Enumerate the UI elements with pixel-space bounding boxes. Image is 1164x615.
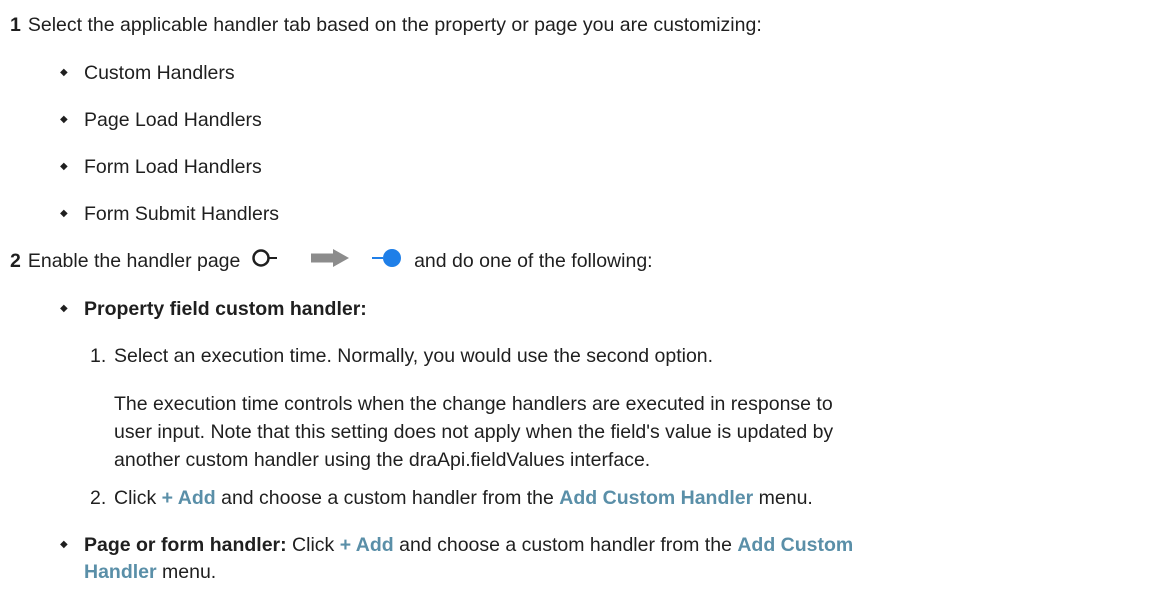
bullet-item: Custom Handlers <box>60 59 235 87</box>
step-number: 1 <box>10 14 21 36</box>
add-custom-handler-menu-reference: Add Custom Handler <box>559 487 754 509</box>
step-2: 2 Enable the handler page and do one of t… <box>10 247 653 277</box>
bullet-text: Form Load Handlers <box>84 156 262 178</box>
sub-item-2: 2. Click + Add and choose a custom handle… <box>90 484 813 512</box>
sub-item-text: Select an execution time. Normally, you … <box>114 345 714 367</box>
sub-item-number: 2. <box>90 487 107 509</box>
bullet-text: Custom Handlers <box>84 62 235 84</box>
click-text: Click <box>292 534 335 556</box>
menu-text: menu. <box>162 561 217 583</box>
add-custom-menu-reference: Add Custom <box>737 534 854 556</box>
step-text-after: and do one of the following: <box>414 250 653 273</box>
arrow-right-icon <box>309 247 353 277</box>
paragraph-line: another custom handler using the draApi.… <box>114 449 651 471</box>
add-button-reference: + Add <box>339 534 394 556</box>
paragraph-line: user input. Note that this setting does … <box>114 421 834 443</box>
click-text: Click <box>114 487 157 509</box>
step-text-before: Enable the handler page <box>27 250 241 273</box>
property-handler-title: Property field custom handler: <box>84 298 367 320</box>
bullet-item: Page Load Handlers <box>60 106 262 134</box>
document-page: 1 Select the applicable handler tab based… <box>0 0 1164 615</box>
step-1: 1 Select the applicable handler tab based… <box>10 11 762 39</box>
bullet-continuation: Handler menu. <box>84 558 216 586</box>
step-text: Select the applicable handler tab based … <box>27 14 762 36</box>
step-number: 2 <box>10 250 21 273</box>
sub-item-number: 1. <box>90 345 107 367</box>
sub-item-1: 1. Select an execution time. Normally, yo… <box>90 342 713 370</box>
bullet-property-handler: Property field custom handler: <box>60 295 367 323</box>
bullet-text: Form Submit Handlers <box>84 203 280 225</box>
execution-time-paragraph: The execution time controls when the cha… <box>114 390 1154 474</box>
paragraph-line: The execution time controls when the cha… <box>114 393 833 415</box>
menu-text: menu. <box>758 487 813 509</box>
add-button-reference: + Add <box>161 487 216 509</box>
bullet-page-form-handler: Page or form handler: Click + Add and ch… <box>60 531 854 559</box>
bullet-text: Page Load Handlers <box>84 109 262 131</box>
choose-text: and choose a custom handler from the <box>399 534 732 556</box>
toggle-on-icon <box>371 247 403 277</box>
page-form-handler-title: Page or form handler: <box>84 534 287 556</box>
toggle-off-icon <box>252 247 292 277</box>
choose-text: and choose a custom handler from the <box>221 487 554 509</box>
bullet-item: Form Load Handlers <box>60 153 262 181</box>
bullet-item: Form Submit Handlers <box>60 200 280 228</box>
handler-menu-reference: Handler <box>84 561 157 583</box>
